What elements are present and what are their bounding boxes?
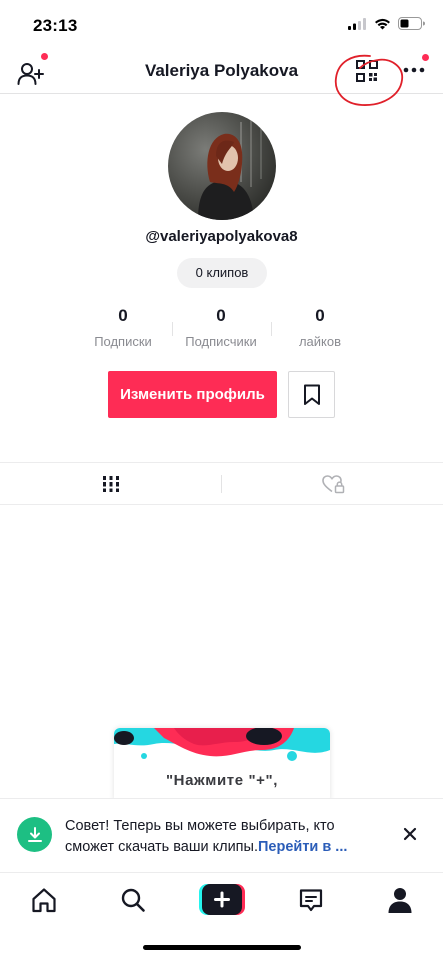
nav-discover[interactable] [117,885,149,915]
profile-header: Valeriya Polyakova [0,50,443,94]
inbox-icon [299,889,323,912]
nav-home[interactable] [28,885,60,915]
profile-icon [388,888,412,913]
stat-value: 0 [315,306,325,325]
stat-followers[interactable]: 0 Подписчики [171,306,271,349]
content-tabs [0,462,443,505]
liked-private-icon [321,475,344,494]
home-icon [32,888,56,913]
status-bar: 23:13 [0,0,443,50]
download-icon [17,817,52,852]
close-tip-button[interactable] [400,824,420,844]
home-indicator[interactable] [143,945,301,950]
grid-icon [102,476,119,492]
tip-link[interactable]: Перейти в ... [258,839,347,855]
wifi-icon [375,18,390,29]
stat-following[interactable]: 0 Подписки [73,306,173,349]
stat-label: Подписчики [185,334,257,349]
stat-value: 0 [216,306,226,325]
qr-code-button[interactable] [354,58,380,84]
stat-likes[interactable]: 0 лайков [270,306,370,349]
nav-inbox[interactable] [295,885,327,915]
avatar[interactable] [168,112,276,220]
signal-icon [348,17,366,30]
notification-dot [422,54,429,61]
create-first-clip-card[interactable]: "Нажмите "+", [114,728,330,803]
tab-liked[interactable] [222,463,443,505]
stat-label: Подписки [94,334,152,349]
edit-profile-button[interactable]: Изменить профиль [108,371,277,418]
bottom-navigation [0,872,443,926]
search-icon [121,888,145,912]
promo-text: "Нажмите "+", [165,772,279,789]
close-icon [403,827,417,841]
promo-graphic [114,728,330,768]
qr-code-icon [356,60,378,82]
nav-profile[interactable] [384,885,416,915]
username: @valeriyapolyakova8 [145,228,298,245]
avatar-photo [168,112,276,220]
nav-create[interactable] [199,884,245,915]
tab-videos[interactable] [0,463,221,505]
bookmark-icon [303,384,320,405]
more-icon [403,67,425,73]
stat-label: лайков [298,334,342,349]
clips-count-badge: 0 клипов [177,258,267,288]
notification-dot [41,53,48,60]
status-time: 23:13 [33,16,78,35]
status-icons [348,17,425,30]
create-icon [199,884,245,915]
stat-value: 0 [118,306,128,325]
more-options-button[interactable] [402,54,429,80]
tip-message: Совет! Теперь вы можете выбирать, кто см… [65,816,385,858]
tip-banner: Совет! Теперь вы можете выбирать, кто см… [0,798,443,872]
favorites-button[interactable] [288,371,335,418]
battery-icon [398,17,425,30]
profile-stats: 0 Подписки 0 Подписчики 0 лайков [0,306,443,352]
